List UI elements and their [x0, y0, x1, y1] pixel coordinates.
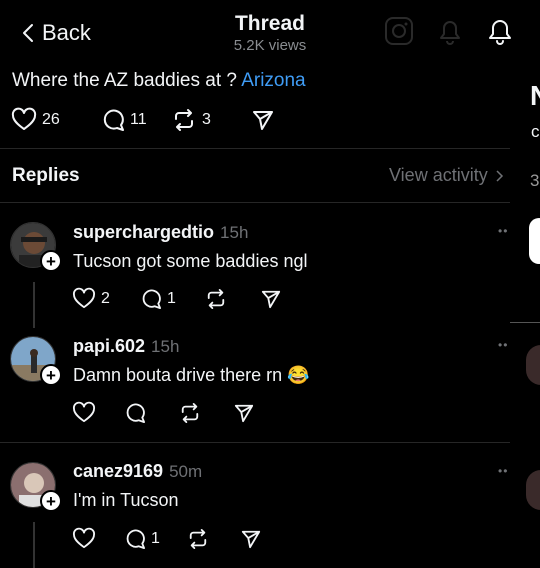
follow-plus-button[interactable]: + [40, 490, 62, 512]
reply-button[interactable]: 11 [102, 109, 172, 131]
heart-icon [73, 527, 95, 549]
reply-actions [73, 401, 254, 425]
repost-count: 3 [202, 111, 211, 128]
view-count: 5.2K views [233, 37, 307, 54]
reply-text: Tucson got some baddies ngl [73, 251, 308, 271]
divider [0, 442, 510, 443]
more-options-button[interactable]: •• [498, 338, 508, 352]
page-title: Thread [234, 12, 305, 35]
back-label: Back [42, 20, 91, 45]
divider [510, 322, 540, 323]
like-button[interactable] [73, 401, 125, 423]
repost-button[interactable] [187, 529, 241, 549]
edge-panel-text: c [531, 122, 540, 141]
reply-actions: 1 [73, 527, 261, 551]
repost-button[interactable] [179, 403, 234, 423]
replies-heading: Replies [12, 165, 80, 186]
edge-panel-button[interactable] [529, 218, 540, 264]
reply-button[interactable]: 1 [125, 529, 187, 549]
username[interactable]: papi.602 [73, 336, 145, 356]
reply-header: superchargedtio 15h [73, 222, 248, 243]
reply-text: Damn bouta drive there rn 😂 [73, 365, 310, 385]
follow-plus-button[interactable]: + [40, 364, 62, 386]
reply-button[interactable] [125, 403, 179, 423]
share-button[interactable] [261, 289, 281, 309]
like-button[interactable] [73, 527, 125, 549]
username[interactable]: canez9169 [73, 461, 163, 481]
topic-tag-link[interactable]: Arizona [241, 70, 305, 91]
reply-actions: 2 1 [73, 287, 281, 311]
send-icon [241, 529, 261, 549]
comment-icon [125, 403, 145, 423]
reply-button[interactable]: 1 [141, 289, 205, 309]
edge-panel-title: N [530, 80, 540, 112]
send-icon [234, 403, 254, 423]
chevron-left-icon [22, 23, 34, 43]
post-body: Where the AZ baddies at ? [12, 70, 237, 91]
comment-icon [102, 109, 124, 131]
instagram-icon[interactable] [384, 16, 414, 46]
header-icons [384, 16, 514, 46]
avatar [526, 345, 540, 385]
comment-icon [141, 289, 161, 309]
send-icon [252, 109, 274, 131]
avatar [526, 470, 540, 510]
reply-count: 1 [151, 530, 160, 547]
comment-icon [125, 529, 145, 549]
like-button[interactable]: 26 [11, 107, 102, 131]
reply-text: I'm in Tucson [73, 490, 179, 510]
divider [0, 202, 510, 203]
timestamp: 50m [169, 462, 203, 481]
reply-header: canez9169 50m [73, 461, 202, 482]
reply-count: 11 [130, 111, 147, 128]
heart-icon [73, 401, 95, 423]
heart-icon [73, 287, 95, 309]
post-actions: 26 11 3 [11, 107, 274, 132]
repost-icon [179, 403, 201, 423]
view-activity-link[interactable]: View activity [389, 165, 503, 186]
share-button[interactable] [234, 403, 254, 423]
repost-icon [187, 529, 209, 549]
thread-line [33, 522, 35, 568]
reply-header: papi.602 15h [73, 336, 179, 357]
post-text: Where the AZ baddies at ? Arizona [12, 70, 306, 92]
more-options-button[interactable]: •• [498, 224, 508, 238]
heart-icon [11, 107, 37, 131]
repost-icon [172, 109, 196, 131]
back-button[interactable]: Back [22, 18, 91, 48]
follow-plus-button[interactable]: + [40, 250, 62, 272]
repost-button[interactable] [205, 289, 261, 309]
bell-icon[interactable] [486, 16, 514, 46]
username[interactable]: superchargedtio [73, 222, 214, 242]
chevron-right-icon [496, 169, 503, 182]
like-count: 26 [42, 111, 60, 128]
more-options-button[interactable]: •• [498, 464, 508, 478]
like-button[interactable]: 2 [73, 287, 141, 309]
send-icon [261, 289, 281, 309]
timestamp: 15h [151, 337, 180, 356]
divider [0, 148, 510, 149]
reply-count: 1 [167, 290, 176, 307]
timestamp: 15h [220, 223, 249, 242]
view-activity-label: View activity [389, 165, 488, 185]
share-button[interactable] [252, 109, 274, 131]
edge-panel-count: 3 [530, 171, 540, 190]
like-count: 2 [101, 290, 110, 307]
share-button[interactable] [241, 529, 261, 549]
notification-bell-icon[interactable] [436, 16, 464, 46]
thread-line [33, 282, 35, 328]
repost-icon [205, 289, 227, 309]
repost-button[interactable]: 3 [172, 109, 252, 131]
